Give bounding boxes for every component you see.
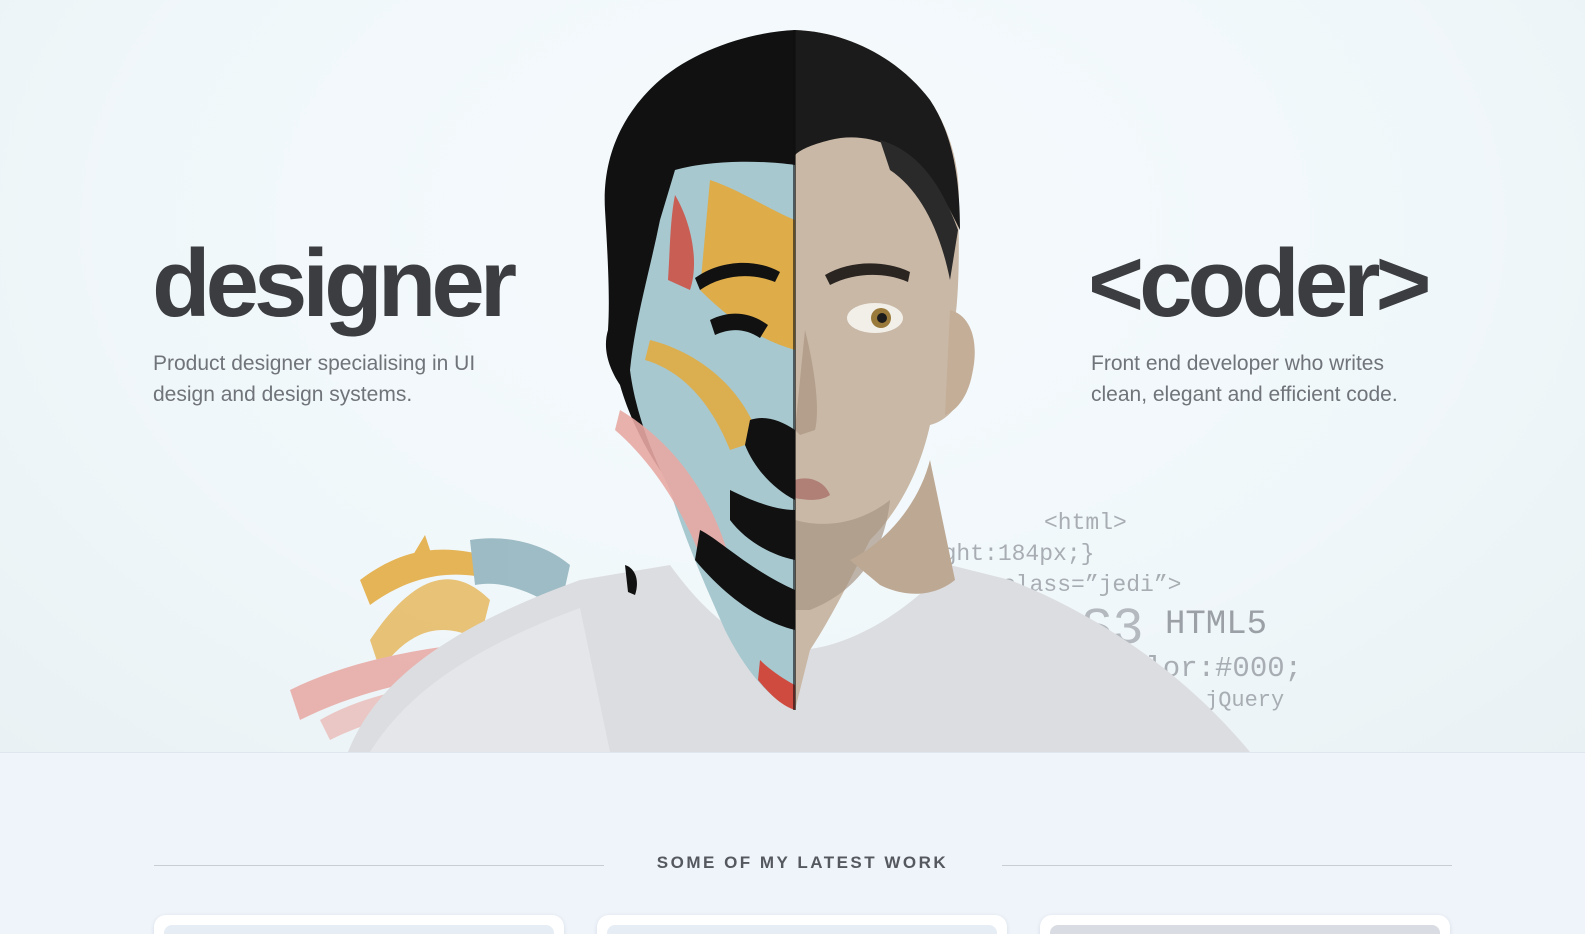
coder-description: Front end developer who writes clean, el… bbox=[1091, 352, 1398, 406]
work-card-thumbnail bbox=[164, 925, 554, 934]
work-card-2[interactable] bbox=[597, 915, 1007, 934]
designer-description: Product designer specialising in UI desi… bbox=[153, 352, 476, 406]
divider-right bbox=[1002, 865, 1452, 866]
work-card-thumbnail bbox=[607, 925, 997, 934]
page: <html> eight:184px;} class=”jedi”> SS3 H… bbox=[0, 0, 1585, 934]
section-heading: SOME OF MY LATEST WORK bbox=[656, 853, 949, 872]
designer-heading: designer bbox=[152, 230, 517, 337]
work-card-thumbnail bbox=[1050, 925, 1440, 934]
latest-work-section: SOME OF MY LATEST WORK bbox=[0, 752, 1585, 934]
work-card-1[interactable] bbox=[154, 915, 564, 934]
work-card-3[interactable] bbox=[1040, 915, 1450, 934]
hero-section: <html> eight:184px;} class=”jedi”> SS3 H… bbox=[0, 0, 1585, 752]
coder-heading: <coder> bbox=[1088, 230, 1432, 337]
divider-left bbox=[154, 865, 604, 866]
